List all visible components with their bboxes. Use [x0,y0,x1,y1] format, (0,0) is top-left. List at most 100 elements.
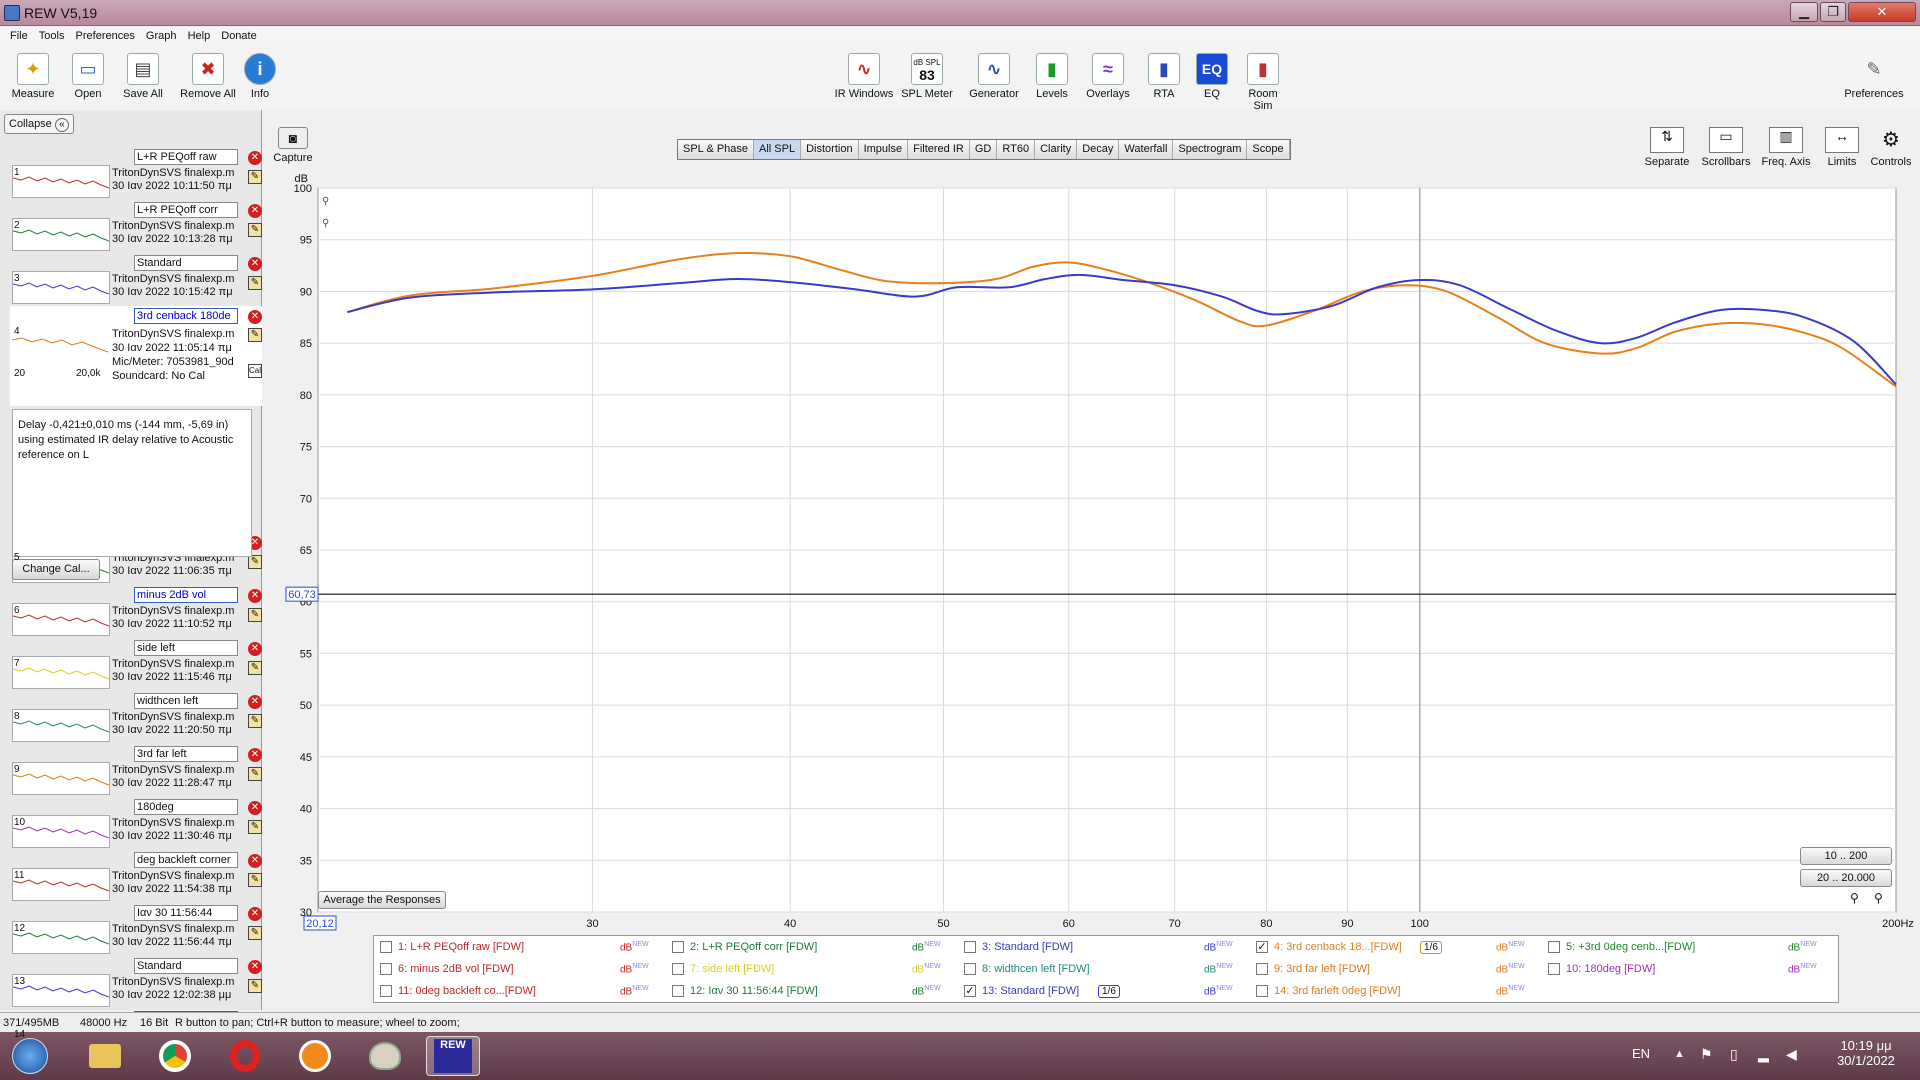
preferences-button[interactable]: ✎ Preferences [1842,53,1906,101]
measurement-name-input[interactable]: L+R PEQoff corr [134,202,238,218]
separate-button[interactable]: ⇅ Separate [1642,127,1692,168]
remove-measurement-icon[interactable]: ✕ [248,695,262,709]
edit-measurement-icon[interactable]: ✎ [248,767,262,781]
legend-checkbox[interactable] [380,963,392,976]
info-button[interactable]: i Info [244,53,276,100]
menu-graph[interactable]: Graph [142,27,181,45]
measurement-thumbnail[interactable] [12,165,110,198]
ir-windows-button[interactable]: ∿ IR Windows [832,53,896,100]
remove-all-button[interactable]: ✖ Remove All [178,53,238,100]
tab-all-spl[interactable]: All SPL [754,140,802,159]
legend-checkbox[interactable] [1548,941,1560,954]
rta-button[interactable]: ▮ RTA [1148,53,1180,100]
measurement-name-input[interactable]: widthcen left [134,693,238,709]
measurement-row[interactable]: 13 Standard ✕ TritonDynSVS finalexp.m 30 Ιαν… [10,956,262,1009]
overlays-button[interactable]: ≈ Overlays [1084,53,1132,100]
legend-item[interactable]: 7: side left [FDW] dBNEW [672,963,941,976]
collapse-button[interactable]: Collapse « [4,114,74,134]
measurement-thumbnail[interactable] [12,868,110,901]
clock[interactable]: 10:19 μμ 30/1/2022 [1826,1038,1906,1068]
remove-measurement-icon[interactable]: ✕ [248,310,262,324]
measurement-row[interactable]: 12 Ιαν 30 11:56:44 ✕ TritonDynSVS finalexp.… [10,903,262,956]
edit-measurement-icon[interactable]: ✎ [248,223,262,237]
measure-button[interactable]: ✦ Measure [10,53,56,100]
zoom-out-icon[interactable]: ⚲ [1874,891,1883,905]
legend-checkbox[interactable] [672,963,684,976]
remove-measurement-icon[interactable]: ✕ [248,907,262,921]
menu-help[interactable]: Help [184,27,215,45]
maximize-button[interactable]: ❐ [1820,2,1846,22]
tab-distortion[interactable]: Distortion [801,140,859,159]
network-icon[interactable]: ▂ [1758,1046,1769,1063]
measurement-row[interactable]: 2 L+R PEQoff corr ✕ TritonDynSVS finalexp.m… [10,200,262,253]
measurement-name-input[interactable]: Standard [134,255,238,271]
legend-checkbox[interactable] [380,985,392,998]
legend-checkbox[interactable] [380,941,392,954]
tab-scope[interactable]: Scope [1247,140,1290,159]
cal-file-icon[interactable]: Cal [248,364,262,378]
legend-checkbox[interactable] [1548,963,1560,976]
save-all-button[interactable]: ▤ Save All [120,53,166,100]
legend-item[interactable]: 1: L+R PEQoff raw [FDW] dBNEW [380,941,649,954]
legend-checkbox[interactable] [964,963,976,976]
tab-filtered-ir[interactable]: Filtered IR [908,140,970,159]
measurement-thumbnail[interactable] [12,921,110,954]
change-cal-button[interactable]: Change Cal... [12,559,100,580]
menu-donate[interactable]: Donate [217,27,260,45]
remove-measurement-icon[interactable]: ✕ [248,257,262,271]
legend-item[interactable]: ✓ 4: 3rd cenback 18...[FDW] 1/6 dBNEW [1256,941,1525,954]
edit-measurement-icon[interactable]: ✎ [248,714,262,728]
tab-clarity[interactable]: Clarity [1035,140,1078,159]
legend-checkbox[interactable] [964,941,976,954]
capture-button[interactable]: ◙ Capture [272,127,314,164]
edit-measurement-icon[interactable]: ✎ [248,555,262,569]
tab-decay[interactable]: Decay [1077,140,1120,159]
remove-measurement-icon[interactable]: ✕ [248,589,262,603]
measurement-thumbnail[interactable] [11,326,110,374]
legend-checkbox[interactable] [672,985,684,998]
measurement-name-input[interactable]: side left [134,640,238,656]
remove-measurement-icon[interactable]: ✕ [248,854,262,868]
zoom-in-icon[interactable]: ⚲ [1850,891,1859,905]
edit-measurement-icon[interactable]: ✎ [248,661,262,675]
legend-item[interactable]: 9: 3rd far left [FDW] dBNEW [1256,963,1525,975]
limits-button[interactable]: ↔ Limits [1820,127,1864,168]
range-10-200-button[interactable]: 10 .. 200 [1800,847,1892,865]
measurement-name-input[interactable]: L+R PEQoff raw [134,149,238,165]
edit-measurement-icon[interactable]: ✎ [248,820,262,834]
measurement-row[interactable]: 1 L+R PEQoff raw ✕ TritonDynSVS finalexp.m 3… [10,147,262,200]
measurement-thumbnail[interactable] [12,218,110,251]
edit-measurement-icon[interactable]: ✎ [248,873,262,887]
taskbar-rew[interactable]: REW [426,1036,480,1076]
remove-measurement-icon[interactable]: ✕ [248,642,262,656]
scrollbars-button[interactable]: ▭ Scrollbars [1698,127,1754,168]
zoom-in-icon[interactable]: ⚲ [322,196,329,207]
legend-checkbox[interactable] [672,941,684,954]
legend-item[interactable]: 5: +3rd 0deg cenb...[FDW] dBNEW [1548,941,1817,954]
measurement-row[interactable]: 6 minus 2dB vol ✕ TritonDynSVS finalexp.m 30… [10,585,262,638]
measurement-thumbnail[interactable] [12,271,110,304]
remove-measurement-icon[interactable]: ✕ [248,801,262,815]
legend-item[interactable]: 6: minus 2dB vol [FDW] dBNEW [380,963,649,976]
spl-graph[interactable]: 100 95 90 85 80 75 70 65 60 55 50 45 40 35 30 30 40 50 60 7… [270,170,1920,935]
legend-checkbox[interactable]: ✓ [964,985,976,998]
measurement-row[interactable]: 3 Standard ✕ TritonDynSVS finalexp.m 30 Ιαν … [10,253,262,306]
measurement-name-input[interactable]: 180deg [134,799,238,815]
edit-measurement-icon[interactable]: ✎ [248,608,262,622]
flag-icon[interactable]: ⚑ [1700,1046,1713,1063]
legend-checkbox[interactable]: ✓ [1256,941,1268,954]
remove-measurement-icon[interactable]: ✕ [248,204,262,218]
measurement-thumbnail[interactable] [12,815,110,848]
current-measurement-row[interactable]: 3rd cenback 180de ✕ 4 20 20,0k TritonDynSVS f… [10,306,262,406]
menu-preferences[interactable]: Preferences [72,27,139,45]
levels-button[interactable]: ▮ Levels [1034,53,1070,100]
legend-item[interactable]: 2: L+R PEQoff corr [FDW] dBNEW [672,941,941,954]
measurement-name-input[interactable]: deg backleft corner [134,852,238,868]
measurement-thumbnail[interactable] [12,656,110,689]
legend-item[interactable]: ✓ 13: Standard [FDW] 1/6 dBNEW [964,985,1233,998]
measurement-row[interactable]: 9 3rd far left ✕ TritonDynSVS finalexp.m 30 … [10,744,262,797]
remove-measurement-icon[interactable]: ✕ [248,960,262,974]
measurement-thumbnail[interactable] [12,603,110,636]
spl-meter-button[interactable]: dB SPL 83 SPL Meter [900,53,954,100]
legend-item[interactable]: 10: 180deg [FDW] dBNEW [1548,963,1817,976]
